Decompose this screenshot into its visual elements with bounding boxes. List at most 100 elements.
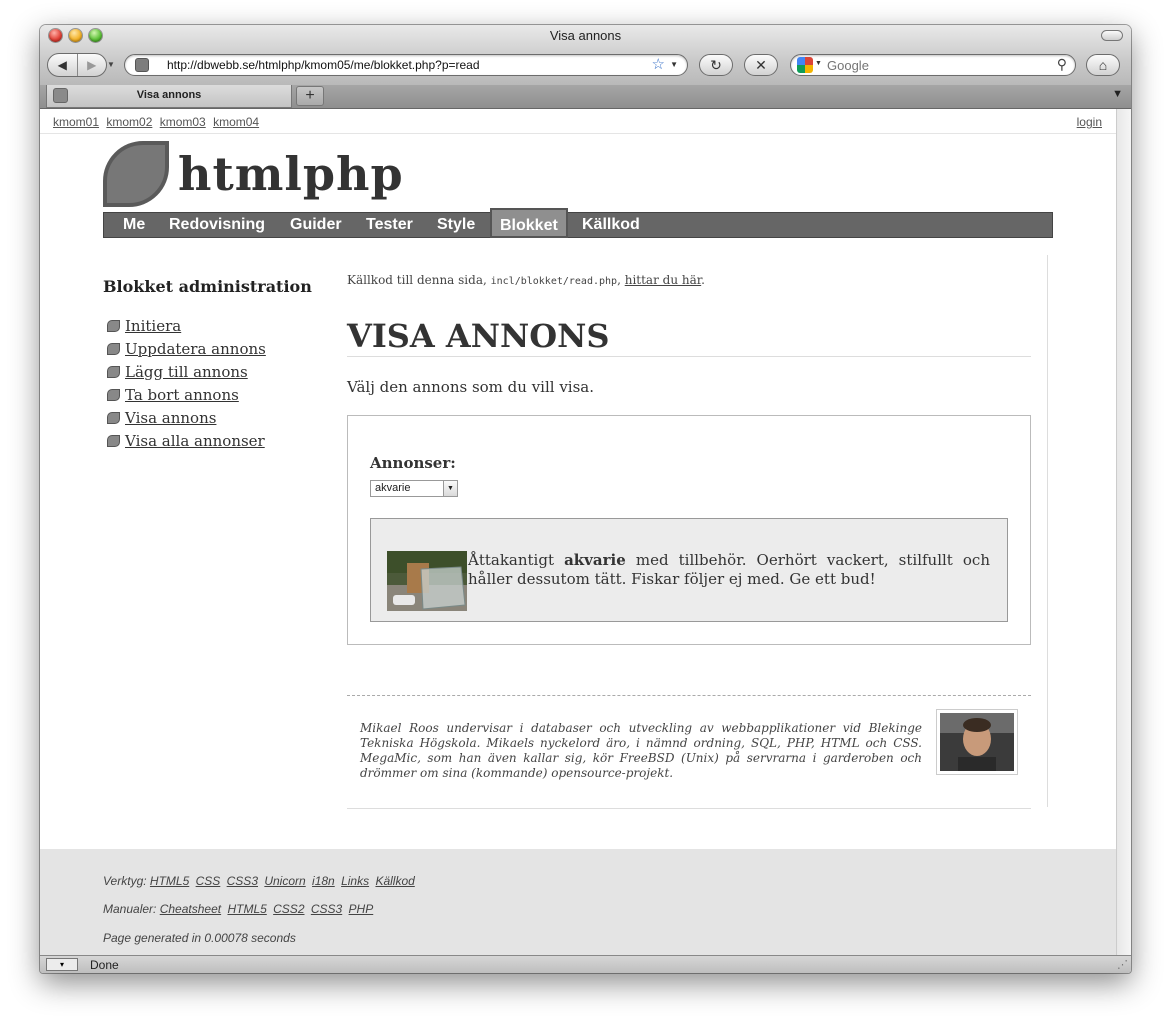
footer-link-unicorn[interactable]: Unicorn (264, 874, 305, 888)
sidebar-link[interactable]: Visa alla annonser (125, 432, 265, 450)
topnav-link-kmom03[interactable]: kmom03 (160, 115, 206, 129)
footer-link-manual-css3[interactable]: CSS3 (311, 902, 342, 916)
chevron-down-icon[interactable]: ▼ (443, 481, 457, 496)
search-bar[interactable]: ▼ ⚲ (790, 54, 1076, 76)
status-bar: ▾ Done ⋰ (40, 955, 1131, 973)
site-logo-icon[interactable] (103, 141, 169, 207)
footer-link-links[interactable]: Links (341, 874, 369, 888)
topnav-link-kmom01[interactable]: kmom01 (53, 115, 99, 129)
google-search-engine-icon[interactable] (797, 57, 813, 73)
web-page: kmom01 kmom02 kmom03 kmom04 login htmlph… (40, 109, 1116, 961)
ad-text-keyword: akvarie (564, 551, 626, 569)
author-bio: Mikael Roos undervisar i databaser och u… (360, 721, 922, 780)
sidebar-title: Blokket administration (103, 277, 312, 296)
page-title: VISA ANNONS (347, 317, 610, 355)
sidebar-item-visa-alla: Visa alla annonser (107, 432, 266, 455)
ad-select[interactable]: akvarie ▼ (370, 480, 458, 497)
toolbar-toggle-button[interactable] (1101, 30, 1123, 41)
home-icon[interactable]: ⌂ (1086, 54, 1120, 76)
footer-link-html5[interactable]: HTML5 (150, 874, 189, 888)
sidebar-menu: Initiera Uppdatera annons Lägg till anno… (107, 317, 266, 455)
tab-bar: Visa annons + ▼ (40, 85, 1131, 109)
sidebar-link[interactable]: Initiera (125, 317, 181, 335)
ad-text-start: Åttakantigt (468, 551, 554, 569)
sidebar-item-uppdatera: Uppdatera annons (107, 340, 266, 363)
intro-text: Välj den annons som du vill visa. (347, 378, 595, 396)
source-path: incl/blokket/read.php (490, 276, 618, 287)
footer-link-cheatsheet[interactable]: Cheatsheet (160, 902, 221, 916)
status-text: Done (90, 958, 119, 972)
new-tab-button[interactable]: + (296, 86, 324, 106)
resize-grip-icon[interactable]: ⋰ (1117, 958, 1128, 971)
sidebar-link[interactable]: Visa annons (125, 409, 216, 427)
tools-label: Verktyg: (103, 874, 147, 888)
ads-label: Annonser: (370, 454, 456, 472)
nav-item-redovisning[interactable]: Redovisning (169, 213, 265, 237)
nav-item-blokket[interactable]: Blokket (490, 208, 568, 238)
url-dropdown-icon[interactable]: ▼ (670, 60, 678, 69)
history-dropdown-icon[interactable]: ▼ (107, 60, 115, 69)
bookmark-star-icon[interactable]: ☆ (652, 55, 665, 73)
tab-label: Visa annons (136, 89, 202, 101)
site-favicon-icon (135, 58, 149, 72)
status-tools-icon[interactable]: ▾ (46, 958, 78, 971)
address-bar[interactable]: http://dbwebb.se/htmlphp/kmom05/me/blokk… (124, 54, 688, 76)
source-link[interactable]: hittar du här (625, 273, 701, 287)
nav-item-guider[interactable]: Guider (290, 213, 342, 237)
bullet-icon (107, 366, 120, 378)
nav-item-tester[interactable]: Tester (366, 213, 413, 237)
ad-description: Åttakantigt akvarie med tillbehör. Oerhö… (468, 551, 990, 589)
site-title[interactable]: htmlphp (178, 147, 404, 201)
search-input[interactable] (825, 57, 1049, 74)
source-note-prefix: Källkod till denna sida, (347, 273, 487, 287)
ad-image (387, 551, 467, 611)
footer-link-i18n[interactable]: i18n (312, 874, 335, 888)
tab-visa-annons[interactable]: Visa annons (46, 85, 292, 108)
footer-link-css[interactable]: CSS (196, 874, 221, 888)
ad-form: Annonser: akvarie ▼ Åttakantigt akvarie … (347, 415, 1031, 645)
search-magnifier-icon[interactable]: ⚲ (1057, 56, 1067, 73)
footer-tools: Verktyg: HTML5 CSS CSS3 Unicorn i18n Lin… (103, 874, 418, 888)
footer-link-css3[interactable]: CSS3 (227, 874, 258, 888)
title-divider (347, 356, 1031, 357)
footer-manuals: Manualer: Cheatsheet HTML5 CSS2 CSS3 PHP (103, 902, 376, 916)
window-title: Visa annons (549, 28, 622, 43)
nav-item-me[interactable]: Me (123, 213, 145, 237)
nav-item-style[interactable]: Style (437, 213, 475, 237)
footer-link-css2[interactable]: CSS2 (273, 902, 304, 916)
ad-display: Åttakantigt akvarie med tillbehör. Oerhö… (370, 518, 1008, 622)
footer-link-php[interactable]: PHP (349, 902, 374, 916)
footer-link-kallkod[interactable]: Källkod (375, 874, 414, 888)
ad-select-value: akvarie (375, 482, 411, 494)
bullet-icon (107, 343, 120, 355)
bio-bottom-divider (347, 808, 1031, 809)
avatar (936, 709, 1018, 775)
nav-item-kallkod[interactable]: Källkod (582, 213, 640, 237)
login-link[interactable]: login (1077, 115, 1102, 129)
vertical-scrollbar[interactable] (1116, 109, 1131, 961)
search-engine-dropdown-icon[interactable]: ▼ (815, 60, 822, 67)
topnav-link-kmom02[interactable]: kmom02 (106, 115, 152, 129)
sidebar-item-initiera: Initiera (107, 317, 266, 340)
footer: Verktyg: HTML5 CSS CSS3 Unicorn i18n Lin… (40, 849, 1116, 961)
sidebar-item-ta-bort: Ta bort annons (107, 386, 266, 409)
bullet-icon (107, 412, 120, 424)
sidebar-item-lagg-till: Lägg till annons (107, 363, 266, 386)
source-sep: , (617, 273, 621, 287)
back-icon[interactable]: ◀ (48, 54, 77, 76)
footer-link-manual-html5[interactable]: HTML5 (227, 902, 266, 916)
top-navigation: kmom01 kmom02 kmom03 kmom04 (53, 115, 263, 129)
url-text[interactable]: http://dbwebb.se/htmlphp/kmom05/me/blokk… (167, 58, 480, 72)
title-bar: Visa annons ◀ ▶ ▼ http://dbwebb.se/htmlp… (40, 25, 1131, 86)
sidebar-link[interactable]: Uppdatera annons (125, 340, 266, 358)
bullet-icon (107, 320, 120, 332)
reload-icon[interactable]: ↻ (699, 54, 733, 76)
content-divider (1047, 255, 1048, 807)
forward-icon[interactable]: ▶ (76, 54, 107, 76)
sidebar-link[interactable]: Lägg till annons (125, 363, 248, 381)
stop-icon[interactable]: ✕ (744, 54, 778, 76)
bio-divider (347, 695, 1031, 696)
sidebar-link[interactable]: Ta bort annons (125, 386, 239, 404)
tab-list-menu-icon[interactable]: ▼ (1112, 88, 1123, 100)
topnav-link-kmom04[interactable]: kmom04 (213, 115, 259, 129)
